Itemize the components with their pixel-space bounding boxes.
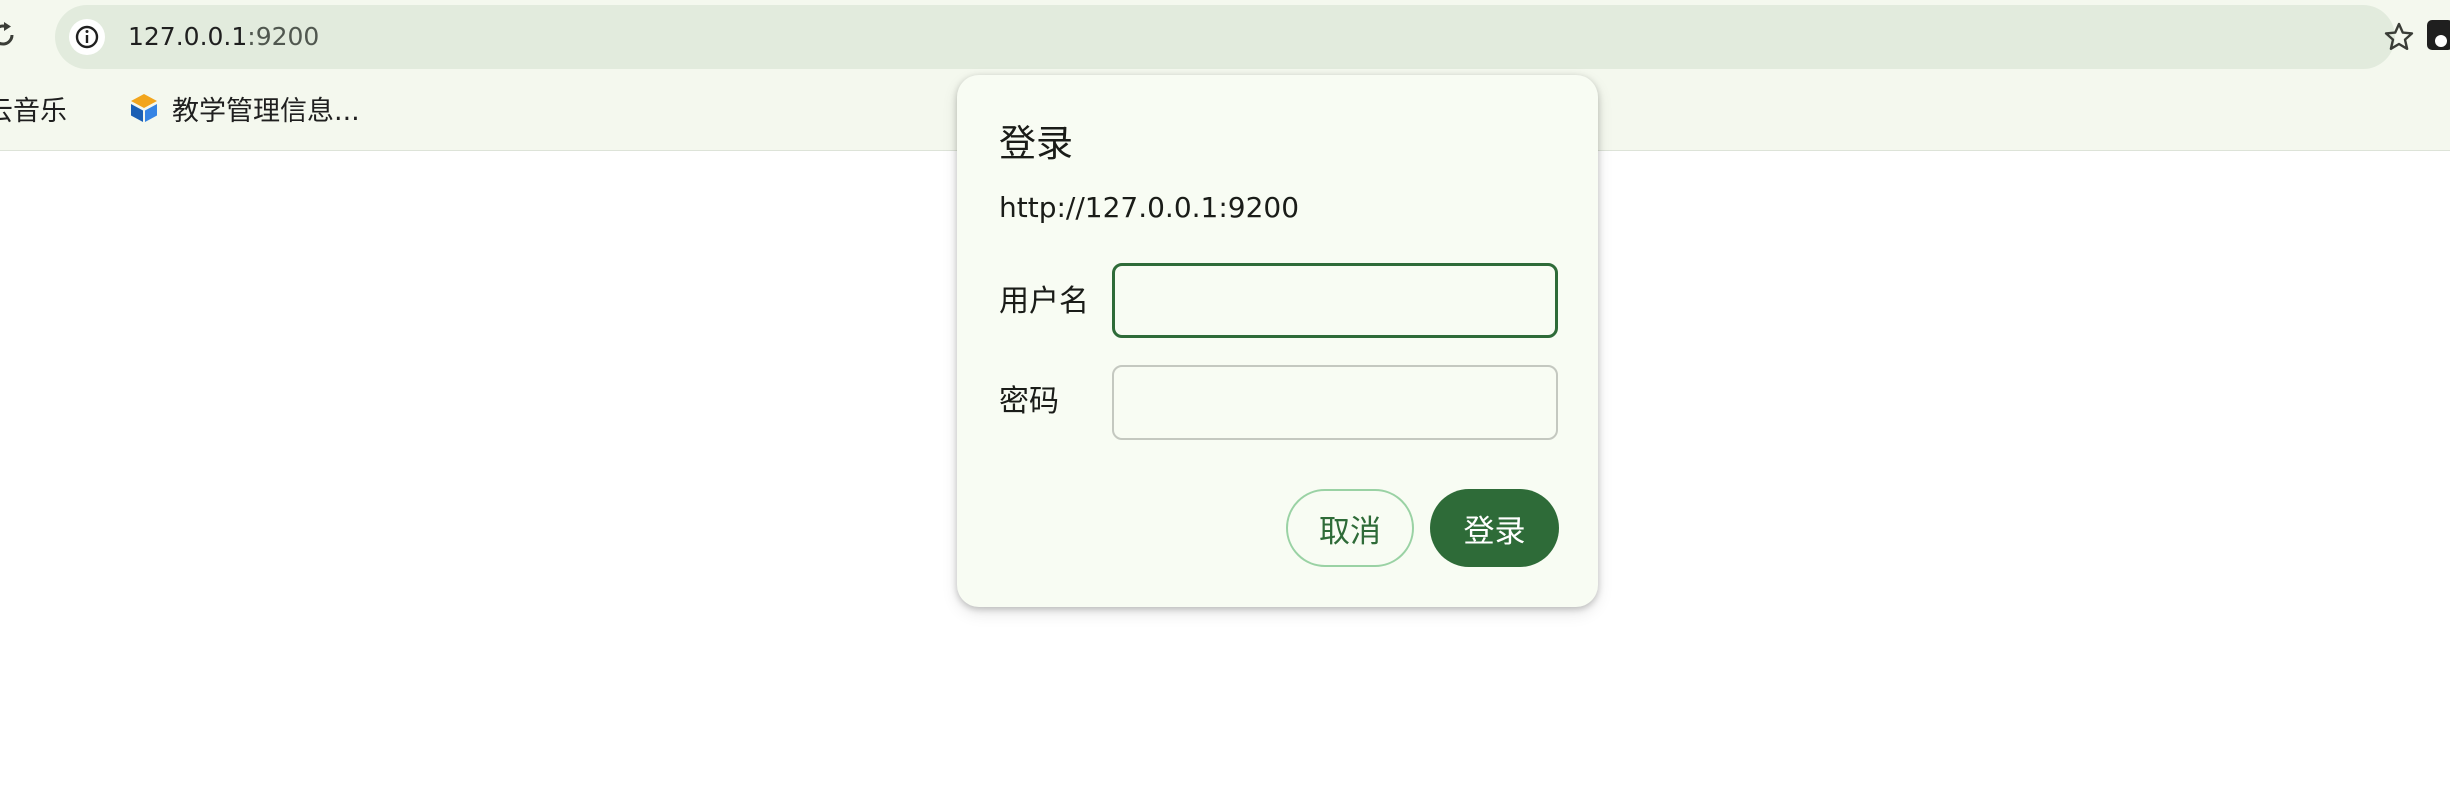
dialog-origin: http://127.0.0.1:9200 [999,191,1300,224]
url-port: :9200 [247,22,320,51]
address-bar[interactable]: 127.0.0.1:9200 [55,5,2414,69]
star-icon[interactable] [2381,19,2417,55]
url-text[interactable]: 127.0.0.1:9200 [128,21,319,53]
username-input[interactable] [1112,263,1558,338]
bookmark-label: 教学管理信息... [172,95,360,127]
login-dialog: 登录 http://127.0.0.1:9200 用户名 密码 取消 登录 [957,75,1598,607]
bookmark-item[interactable]: 教学管理信息... [128,90,360,127]
info-icon[interactable] [69,19,105,55]
url-host: 127.0.0.1 [128,22,248,51]
bookmark-item[interactable]: 云音乐 [0,90,67,127]
cancel-button[interactable]: 取消 [1286,489,1414,567]
login-button[interactable]: 登录 [1430,489,1559,567]
password-input[interactable] [1112,365,1558,440]
dialog-title: 登录 [999,122,1073,165]
reload-icon[interactable] [0,20,16,50]
app-icon [128,92,160,124]
bookmark-label: 云音乐 [0,95,67,127]
password-label: 密码 [999,384,1059,419]
username-label: 用户名 [999,284,1089,319]
profile-icon[interactable] [2426,18,2450,52]
